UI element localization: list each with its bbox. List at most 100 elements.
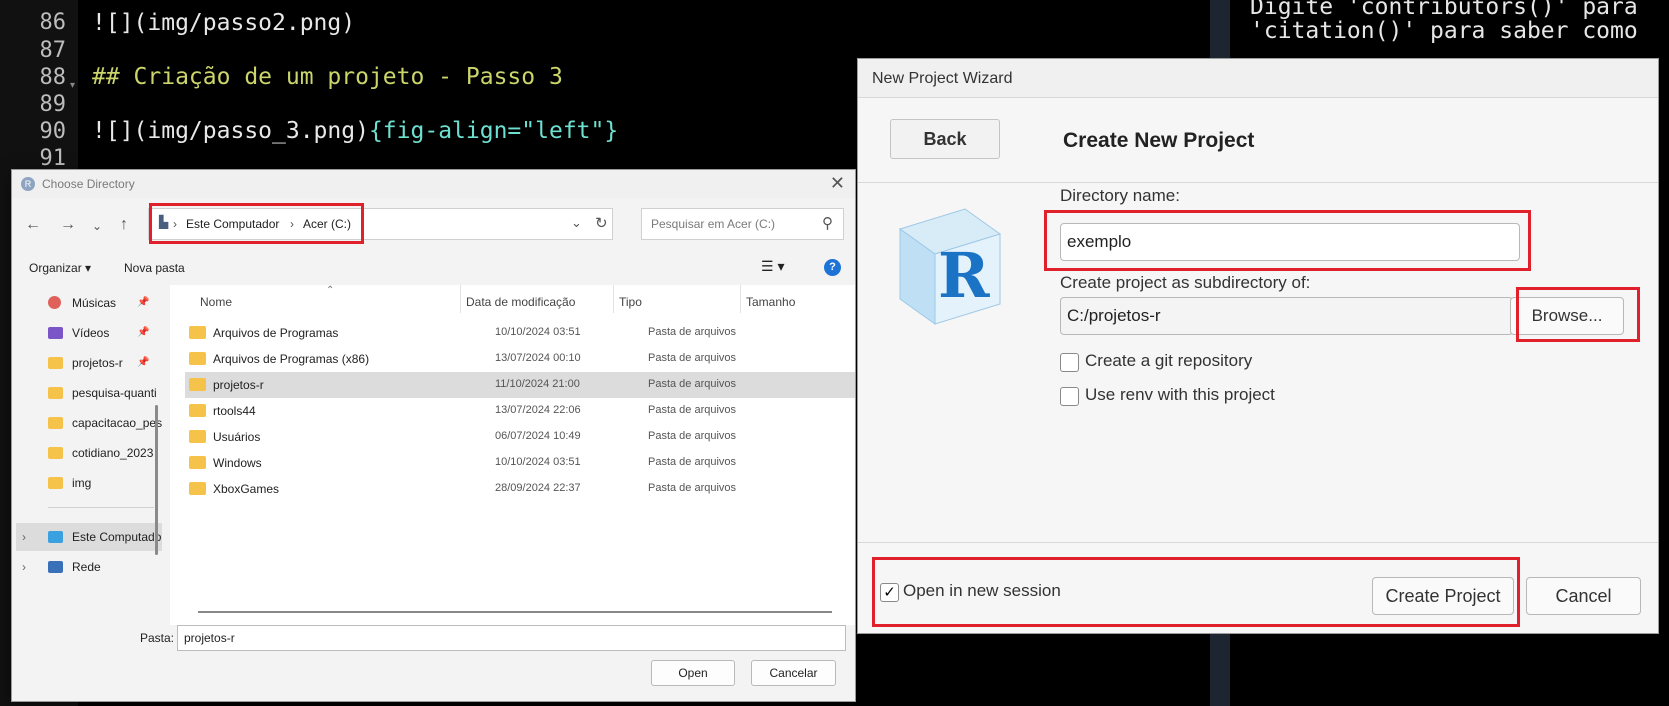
folder-icon xyxy=(189,430,206,443)
console-line: Digite 'contributors()' para xyxy=(1250,0,1638,20)
up-arrow-icon[interactable]: ↑ xyxy=(120,216,128,234)
network-icon xyxy=(48,561,63,573)
back-arrow-icon[interactable]: ← xyxy=(25,216,41,234)
browse-highlight xyxy=(1516,287,1640,342)
column-header-date[interactable]: Data de modificação xyxy=(466,295,575,309)
pin-icon: 📌 xyxy=(137,327,150,338)
line-number: 89 xyxy=(39,92,67,117)
git-checkbox[interactable] xyxy=(1060,353,1079,372)
renv-checkbox-label[interactable]: Use renv with this project xyxy=(1085,385,1275,405)
folder-icon xyxy=(189,482,206,495)
computer-icon xyxy=(48,531,63,543)
folder-icon xyxy=(189,352,206,365)
line-number: 91 xyxy=(39,146,67,171)
table-row[interactable]: XboxGames 28/09/2024 22:37 Pasta de arqu… xyxy=(185,476,855,502)
table-row[interactable]: Windows 10/10/2024 03:51 Pasta de arquiv… xyxy=(185,450,855,476)
open-button[interactable]: Open xyxy=(651,660,735,686)
new-project-wizard: New Project Wizard Back Create New Proje… xyxy=(857,58,1659,634)
column-header-size[interactable]: Tamanho xyxy=(746,295,795,309)
nav-item-musicas[interactable]: Músicas xyxy=(72,296,116,310)
wizard-title: New Project Wizard xyxy=(872,70,1013,87)
folder-icon xyxy=(189,404,206,417)
search-placeholder: Pesquisar em Acer (C:) xyxy=(651,217,776,231)
column-header-name[interactable]: Nome xyxy=(200,295,232,309)
nav-item-img[interactable]: img xyxy=(72,476,91,490)
nav-item-videos[interactable]: Vídeos xyxy=(72,326,109,340)
close-icon[interactable]: ✕ xyxy=(830,173,845,194)
directory-name-label: Directory name: xyxy=(1060,186,1180,205)
video-icon xyxy=(48,327,63,339)
fold-icon[interactable]: ▾ xyxy=(70,80,75,91)
nav-item-pesquisa[interactable]: pesquisa-quanti xyxy=(72,386,162,400)
nav-item-rede[interactable]: Rede xyxy=(72,560,101,574)
line-number: 88 xyxy=(39,65,67,90)
cancel-button[interactable]: Cancelar xyxy=(751,660,836,686)
folder-icon xyxy=(48,387,63,399)
view-options-icon[interactable]: ☰ ▾ xyxy=(761,258,784,275)
new-folder-button[interactable]: Nova pasta xyxy=(124,261,185,275)
r-project-icon: R xyxy=(898,208,1002,325)
folder-icon xyxy=(48,417,63,429)
table-row[interactable]: Arquivos de Programas 10/10/2024 03:51 P… xyxy=(185,320,855,346)
help-icon[interactable]: ? xyxy=(824,259,841,276)
divider xyxy=(858,542,1658,543)
code-line-heading[interactable]: ## Criação de um projeto - Passo 3 xyxy=(92,64,563,90)
wizard-heading: Create New Project xyxy=(1063,129,1255,152)
folder-name-input[interactable]: projetos-r xyxy=(177,625,846,651)
nav-item-este-computador[interactable]: Este Computador xyxy=(72,530,162,544)
table-row[interactable]: Usuários 06/07/2024 10:49 Pasta de arqui… xyxy=(185,424,855,450)
code-line[interactable]: ![](img/passo2.png) xyxy=(92,10,355,36)
nav-item-capacitacao[interactable]: capacitacao_pes xyxy=(72,416,162,430)
address-bar-highlight xyxy=(149,203,364,244)
navigation-pane: Músicas 📌 Vídeos 📌 projetos-r 📌 pesquisa… xyxy=(12,285,162,625)
nav-item-projetos-r[interactable]: projetos-r xyxy=(72,356,123,370)
git-checkbox-label[interactable]: Create a git repository xyxy=(1085,351,1252,371)
folder-icon xyxy=(189,456,206,469)
folder-icon xyxy=(189,378,206,391)
table-row[interactable]: Arquivos de Programas (x86) 13/07/2024 0… xyxy=(185,346,855,372)
console-line: 'citation()' para saber como xyxy=(1250,18,1638,44)
nav-item-cotidiano[interactable]: cotidiano_2023 xyxy=(72,446,153,460)
renv-checkbox[interactable] xyxy=(1060,387,1079,406)
line-number: 87 xyxy=(39,38,67,63)
nav-scrollbar[interactable] xyxy=(155,405,158,555)
expand-chevron-icon[interactable]: › xyxy=(22,530,26,544)
line-number: 90 xyxy=(39,119,67,144)
search-icon: ⚲ xyxy=(822,215,833,232)
pin-icon: 📌 xyxy=(137,297,150,308)
code-attribute: {fig-align="left"} xyxy=(368,118,619,144)
forward-arrow-icon[interactable]: → xyxy=(60,216,76,234)
sort-up-icon: ⌃ xyxy=(326,285,335,296)
subdirectory-input[interactable]: C:/projetos-r xyxy=(1060,297,1513,335)
column-header-type[interactable]: Tipo xyxy=(619,295,642,309)
svg-text:R: R xyxy=(938,239,990,312)
wizard-titlebar: New Project Wizard xyxy=(858,59,1658,98)
folder-icon xyxy=(189,326,206,339)
table-row-selected[interactable]: projetos-r 11/10/2024 21:00 Pasta de arq… xyxy=(185,372,855,398)
expand-chevron-icon[interactable]: › xyxy=(22,560,26,574)
footer-highlight xyxy=(872,557,1520,627)
table-row[interactable]: rtools44 13/07/2024 22:06 Pasta de arqui… xyxy=(185,398,855,424)
search-input[interactable]: Pesquisar em Acer (C:) ⚲ xyxy=(641,208,844,240)
cancel-button[interactable]: Cancel xyxy=(1526,577,1641,615)
subdirectory-label: Create project as subdirectory of: xyxy=(1060,273,1311,292)
refresh-icon[interactable]: ↻ xyxy=(595,214,608,232)
horizontal-scrollbar[interactable] xyxy=(198,611,832,613)
music-icon xyxy=(48,296,61,309)
r-logo-icon: R xyxy=(21,177,35,191)
code-image-link: ![](img/passo_3.png) xyxy=(92,118,369,144)
back-button[interactable]: Back xyxy=(890,119,1000,159)
divider xyxy=(858,182,1658,183)
dialog-title: Choose Directory xyxy=(42,177,135,191)
chevron-down-icon[interactable]: ⌄ xyxy=(571,215,582,231)
directory-name-highlight xyxy=(1044,210,1531,271)
folder-icon xyxy=(48,447,63,459)
file-list: Nome ⌃ Data de modificação Tipo Tamanho … xyxy=(170,285,855,625)
organize-menu[interactable]: Organizar ▾ xyxy=(29,261,91,275)
divider xyxy=(48,507,154,508)
recent-locations-icon[interactable]: ⌄ xyxy=(92,219,102,233)
code-line[interactable]: ![](img/passo_3.png){fig-align="left"} xyxy=(92,118,618,144)
folder-label: Pasta: xyxy=(140,631,175,645)
choose-directory-dialog: R Choose Directory ✕ ← → ⌄ ↑ ▙ › Este Co… xyxy=(11,169,856,702)
folder-icon xyxy=(48,477,63,489)
